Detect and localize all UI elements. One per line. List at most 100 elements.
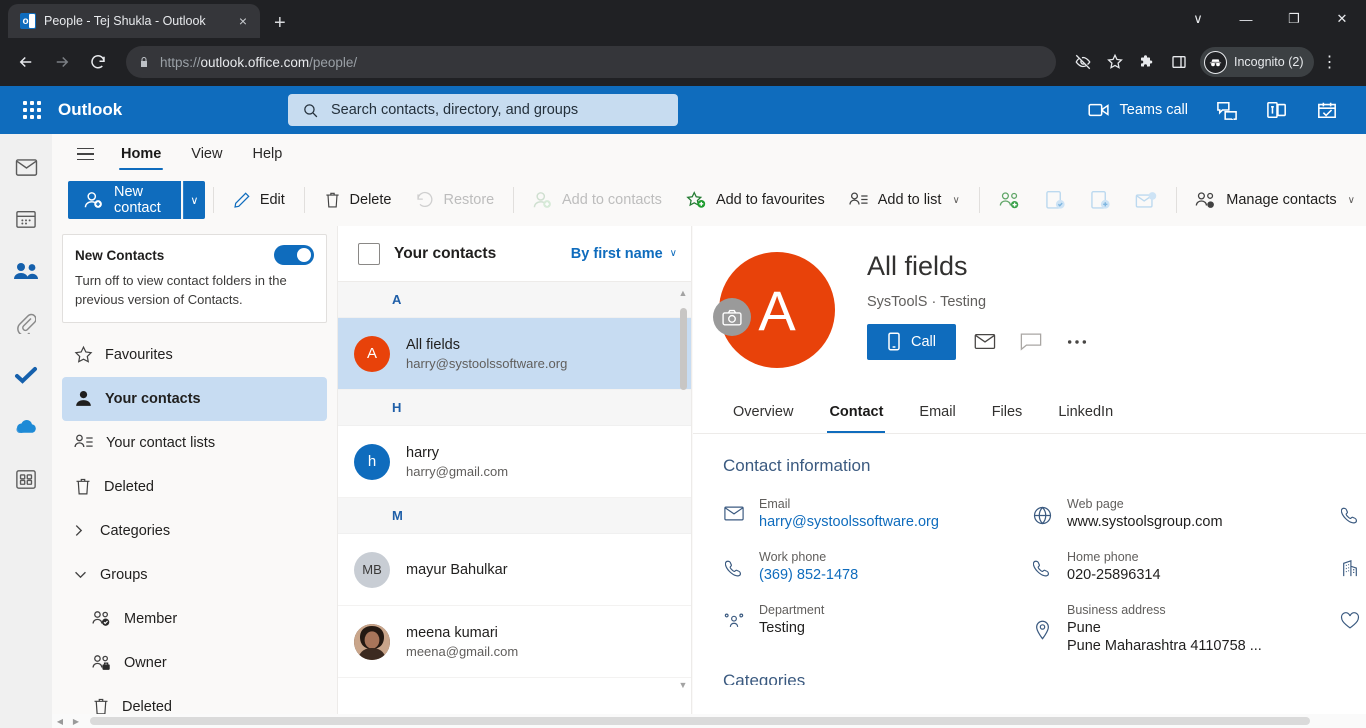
new-contacts-toggle[interactable] <box>274 245 314 265</box>
building-icon <box>1339 550 1361 583</box>
contact-list-item[interactable]: meena kumari meena@gmail.com <box>338 606 691 678</box>
teams-call-button[interactable]: Teams call <box>1076 90 1201 130</box>
horizontal-scrollbar-thumb[interactable] <box>90 717 1310 725</box>
contact-list-scrollbar[interactable]: ▲ ▼ <box>678 288 688 690</box>
chevron-down-icon[interactable] <box>74 570 88 579</box>
sidebar-item-groups-deleted[interactable]: Deleted <box>62 685 327 714</box>
bookmark-star-icon[interactable] <box>1100 47 1130 77</box>
more-options-icon[interactable] <box>1060 325 1094 359</box>
chevron-right-icon[interactable] <box>74 524 88 537</box>
outlook-brand[interactable]: Outlook <box>58 100 122 120</box>
add-to-list-button[interactable]: Add to list ∨ <box>838 181 971 219</box>
mail-notify-icon-button[interactable] <box>1124 181 1168 219</box>
profile-incognito-chip[interactable]: Incognito (2) <box>1200 47 1315 77</box>
field-value-line2: Pune Maharashtra 4110758 ... <box>1067 638 1262 654</box>
edit-button[interactable]: Edit <box>222 181 296 219</box>
rail-todo-icon[interactable] <box>9 358 43 392</box>
search-input[interactable]: Search contacts, directory, and groups <box>288 94 678 126</box>
tab-email[interactable]: Email <box>905 390 969 433</box>
eye-slash-icon[interactable] <box>1068 47 1098 77</box>
rail-attachments-icon[interactable] <box>9 306 43 340</box>
camera-icon[interactable] <box>713 298 751 336</box>
chat-icon[interactable] <box>1204 90 1250 130</box>
field-value[interactable]: harry@systoolssoftware.org <box>759 514 939 530</box>
sidebar-item-categories[interactable]: Categories <box>62 509 327 553</box>
tab-contact[interactable]: Contact <box>815 390 897 433</box>
share-contacts-icon-button[interactable] <box>988 181 1032 219</box>
sidebar-item-deleted[interactable]: Deleted <box>62 465 327 509</box>
tab-linkedin[interactable]: LinkedIn <box>1044 390 1127 433</box>
forward-icon <box>46 46 78 78</box>
rail-onedrive-icon[interactable] <box>9 410 43 444</box>
teams-app-icon[interactable] <box>1254 90 1300 130</box>
phone-mobile-icon <box>887 332 901 351</box>
new-contact-button[interactable]: New contact <box>68 181 181 219</box>
lock-icon <box>138 55 150 69</box>
app-launcher-icon[interactable] <box>10 86 54 134</box>
browser-menu-icon[interactable]: ⋮ <box>1316 52 1342 72</box>
horizontal-scrollbar[interactable]: ◀ ▶ <box>0 714 1366 728</box>
contact-list-item[interactable]: h harry harry@gmail.com <box>338 426 691 498</box>
call-button[interactable]: Call <box>867 323 956 360</box>
sort-by-dropdown[interactable]: By first name ∨ <box>571 246 677 262</box>
field-value[interactable]: www.systoolsgroup.com <box>1067 514 1223 530</box>
tab-search-icon[interactable]: ∨ <box>1174 0 1222 38</box>
add-to-favourites-button[interactable]: Add to favourites <box>675 181 836 219</box>
field-column-3: Mo (98 Cor Sys <box>1339 488 1366 665</box>
sidebar-item-groups[interactable]: Groups <box>62 553 327 597</box>
field-label: Email <box>759 497 791 511</box>
hamburger-menu-icon[interactable] <box>66 135 104 173</box>
browser-tab[interactable]: o People - Tej Shukla - Outlook × <box>8 4 260 38</box>
tab-overview[interactable]: Overview <box>719 390 807 433</box>
back-icon[interactable] <box>10 46 42 78</box>
calendar-check-icon[interactable] <box>1304 90 1350 130</box>
scroll-left-arrow[interactable]: ◀ <box>52 717 68 726</box>
rail-mail-icon[interactable] <box>9 150 43 184</box>
ribbon-tab-view[interactable]: View <box>178 135 235 173</box>
extensions-puzzle-icon[interactable] <box>1132 47 1162 77</box>
rail-apps-icon[interactable] <box>9 462 43 496</box>
ribbon-tab-help[interactable]: Help <box>239 135 295 173</box>
delete-button[interactable]: Delete <box>313 181 403 219</box>
trash-icon <box>324 191 341 209</box>
select-all-checkbox[interactable] <box>358 242 380 265</box>
minimize-button[interactable]: — <box>1222 0 1270 38</box>
avatar-initials: h <box>367 453 377 470</box>
sidebar-item-member[interactable]: Member <box>62 597 327 641</box>
phone-icon <box>1339 497 1361 530</box>
new-contact-dropdown[interactable]: ∨ <box>182 181 206 219</box>
side-panel-icon[interactable] <box>1164 47 1194 77</box>
close-window-button[interactable]: ✕ <box>1318 0 1366 38</box>
command-separator <box>513 187 514 213</box>
rail-calendar-icon[interactable] <box>9 202 43 236</box>
field-home-phone: Home phone 020-25896314 <box>1031 541 1339 594</box>
scroll-right-arrow[interactable]: ▶ <box>68 717 84 726</box>
address-bar[interactable]: https://outlook.office.com/people/ <box>126 46 1056 78</box>
field-value[interactable]: (369) 852-1478 <box>759 567 858 583</box>
maximize-button[interactable]: ❐ <box>1270 0 1318 38</box>
reload-icon[interactable] <box>82 46 114 78</box>
tab-files[interactable]: Files <box>978 390 1037 433</box>
contact-name: meena kumari <box>406 624 498 641</box>
sidebar-item-your-contact-lists[interactable]: Your contact lists <box>62 421 327 465</box>
command-separator <box>303 187 305 213</box>
tab-close-icon[interactable]: × <box>234 12 252 30</box>
send-chat-icon[interactable] <box>1014 325 1048 359</box>
scroll-down-arrow[interactable]: ▼ <box>678 680 688 690</box>
rail-people-icon[interactable] <box>9 254 43 288</box>
contact-list-item[interactable]: MB mayur Bahulkar <box>338 534 691 606</box>
tab-title: People - Tej Shukla - Outlook <box>44 14 206 28</box>
sidebar-item-your-contacts[interactable]: Your contacts <box>62 376 327 421</box>
sidebar-item-favourites[interactable]: Favourites <box>62 333 327 377</box>
import-contacts-icon-button[interactable] <box>1079 181 1122 219</box>
scrollbar-thumb[interactable] <box>680 308 687 390</box>
export-contacts-icon-button[interactable] <box>1034 181 1077 219</box>
scroll-up-arrow[interactable]: ▲ <box>678 288 688 298</box>
new-tab-button[interactable]: + <box>274 13 286 33</box>
manage-contacts-button[interactable]: Manage contacts ∨ <box>1184 181 1366 219</box>
contact-list-item[interactable]: A All fields harry@systoolssoftware.org <box>338 318 691 390</box>
envelope-icon <box>723 497 745 530</box>
sidebar-item-owner[interactable]: Owner <box>62 641 327 685</box>
send-email-icon[interactable] <box>968 325 1002 359</box>
ribbon-tab-home[interactable]: Home <box>108 135 174 173</box>
